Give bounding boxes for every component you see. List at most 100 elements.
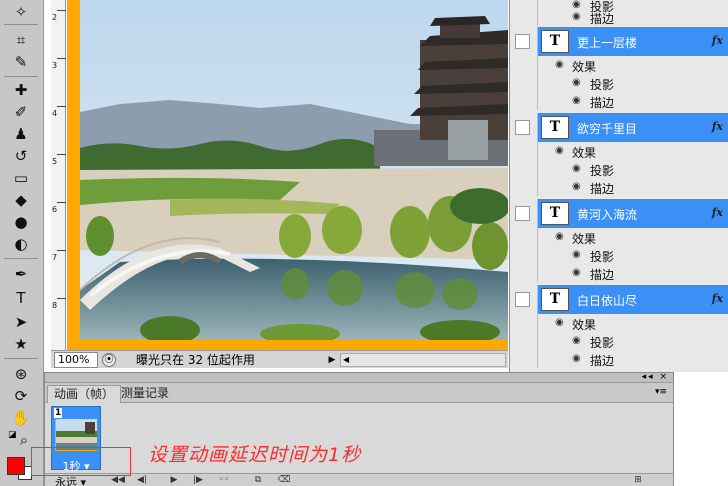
delete-frame-icon[interactable]: ⌫ xyxy=(277,474,291,486)
convert-timeline-icon[interactable]: ⊞ xyxy=(631,474,645,486)
fx-icon[interactable]: fx xyxy=(712,206,723,219)
type-tool-icon[interactable]: T xyxy=(9,288,33,308)
effect-row-shadow[interactable]: ◉ 投影 xyxy=(510,74,728,92)
eye-icon[interactable]: ◉ xyxy=(572,354,584,364)
eraser-tool-icon[interactable]: ▭ xyxy=(9,168,33,188)
tool-divider xyxy=(4,358,38,359)
layer-row[interactable]: T 更上一层楼 fx xyxy=(510,27,728,56)
status-menu-arrow-icon[interactable]: ▶ xyxy=(326,353,338,367)
document-status-bar: 100% ⦿ 曝光只在 32 位起作用 ▶ ◀ xyxy=(51,350,508,368)
panel-menu-icon[interactable]: ▾≡ xyxy=(655,387,667,397)
clone-stamp-tool-icon[interactable]: ♟ xyxy=(9,124,33,144)
healing-brush-tool-icon[interactable]: ✚ xyxy=(9,80,33,100)
effect-row-stroke[interactable]: ◉ 描边 xyxy=(510,264,728,282)
visibility-toggle[interactable] xyxy=(515,206,530,221)
tab-measurement-log[interactable]: 测量记录 xyxy=(115,385,175,403)
fx-icon[interactable]: fx xyxy=(712,34,723,47)
3d-rotate-tool-icon[interactable]: ⊛ xyxy=(9,364,33,384)
status-message: 曝光只在 32 位起作用 xyxy=(136,353,255,367)
tween-icon[interactable]: ◦◦ xyxy=(217,474,231,486)
effects-row[interactable]: ◉ 效果 xyxy=(510,228,728,246)
eye-icon[interactable]: ◉ xyxy=(572,268,584,278)
visibility-cell xyxy=(510,92,538,110)
duplicate-frame-icon[interactable]: ⧉ xyxy=(251,474,265,486)
eye-icon[interactable]: ◉ xyxy=(555,318,567,328)
visibility-toggle[interactable] xyxy=(515,120,530,135)
paint-bucket-tool-icon[interactable]: ◆ xyxy=(9,190,33,210)
path-selection-tool-icon[interactable]: ➤ xyxy=(9,312,33,332)
horizontal-scrollbar[interactable]: ◀ xyxy=(340,352,506,367)
panel-collapse-icon[interactable]: ◂◂ × xyxy=(642,372,669,382)
magic-wand-tool-icon[interactable]: ✧ xyxy=(9,2,33,22)
eye-icon[interactable]: ◉ xyxy=(572,336,584,346)
effect-label: 描边 xyxy=(590,182,615,196)
effect-row-stroke[interactable]: ◉ 描边 xyxy=(510,178,728,196)
effect-row-shadow[interactable]: ◉ 投影 xyxy=(510,246,728,264)
brush-tool-icon[interactable]: ✐ xyxy=(9,102,33,122)
effect-label: 描边 xyxy=(590,96,615,110)
effect-label: 描边 xyxy=(590,12,615,26)
effect-row-shadow[interactable]: ◉ 投影 xyxy=(510,332,728,350)
hand-tool-icon[interactable]: ✋ xyxy=(9,408,33,428)
animation-controls: 永远 ▾ ◀◀ ◀| ▶ |▶ ◦◦ ⧉ ⌫ ⊞ xyxy=(45,473,673,486)
panel-tabs: 动画（帧） 测量记录 ▾≡ xyxy=(45,383,673,403)
effects-label: 效果 xyxy=(572,60,597,74)
eye-icon[interactable]: ◉ xyxy=(555,232,567,242)
effect-row-stroke[interactable]: ◉ 描边 xyxy=(510,8,728,26)
ruler-tick xyxy=(57,250,66,251)
effect-label: 投影 xyxy=(590,78,615,92)
layer-name: 欲穷千里目 xyxy=(577,122,638,136)
effect-row-shadow[interactable]: ◉ 投影 xyxy=(510,160,728,178)
foreground-color-swatch[interactable] xyxy=(7,457,25,475)
fx-icon[interactable]: fx xyxy=(712,120,723,133)
visibility-cell xyxy=(510,199,538,228)
eyedropper-tool-icon[interactable]: ✎ xyxy=(9,52,33,72)
layer-row[interactable]: T 黄河入海流 fx xyxy=(510,199,728,228)
default-colors-icon[interactable]: ◪ xyxy=(8,430,20,442)
eye-icon[interactable]: ◉ xyxy=(572,78,584,88)
eye-icon[interactable]: ◉ xyxy=(555,60,567,70)
3d-orbit-tool-icon[interactable]: ⟳ xyxy=(9,386,33,406)
pen-tool-icon[interactable]: ✒ xyxy=(9,264,33,284)
layer-row[interactable]: T 白日依山尽 fx xyxy=(510,285,728,314)
visibility-cell xyxy=(510,350,538,368)
eye-icon[interactable]: ◉ xyxy=(572,12,584,22)
ruler-label: 6 xyxy=(52,205,58,214)
frame-number: 1 xyxy=(54,408,63,418)
landscape-photo[interactable] xyxy=(80,0,508,340)
ruler-label: 7 xyxy=(52,253,58,262)
visibility-toggle[interactable] xyxy=(515,292,530,307)
effects-row[interactable]: ◉ 效果 xyxy=(510,314,728,332)
play-icon[interactable]: ▶ xyxy=(167,474,181,486)
eye-icon[interactable]: ◉ xyxy=(572,182,584,192)
effects-row[interactable]: ◉ 效果 xyxy=(510,56,728,74)
custom-shape-tool-icon[interactable]: ★ xyxy=(9,334,33,354)
layer-row[interactable]: T 欲穷千里目 fx xyxy=(510,113,728,142)
status-info-icon[interactable]: ⦿ xyxy=(102,352,116,367)
eye-icon[interactable]: ◉ xyxy=(572,96,584,106)
tab-animation-frames[interactable]: 动画（帧） xyxy=(47,385,122,403)
dodge-tool-icon[interactable]: ◐ xyxy=(9,234,33,254)
layers-panel: ◉ 投影 ◉ 描边 T 更上一层楼 fx ◉ 效果 ◉ 投影 ◉ 描边 T 欲穷… xyxy=(509,0,728,372)
loop-value: 永远 xyxy=(55,476,77,486)
blur-tool-icon[interactable]: ● xyxy=(9,212,33,232)
effects-row[interactable]: ◉ 效果 xyxy=(510,142,728,160)
ruler-tick xyxy=(57,10,66,11)
eye-icon[interactable]: ◉ xyxy=(572,250,584,260)
ruler-tick xyxy=(57,298,66,299)
ruler-tick xyxy=(57,58,66,59)
eye-icon[interactable]: ◉ xyxy=(555,146,567,156)
eye-icon[interactable]: ◉ xyxy=(572,164,584,174)
fx-icon[interactable]: fx xyxy=(712,292,723,305)
history-brush-tool-icon[interactable]: ↺ xyxy=(9,146,33,166)
zoom-level-field[interactable]: 100% xyxy=(54,351,98,368)
crop-tool-icon[interactable]: ⌗ xyxy=(9,30,33,50)
visibility-toggle[interactable] xyxy=(515,34,530,49)
visibility-cell xyxy=(510,178,538,196)
next-frame-icon[interactable]: |▶ xyxy=(191,474,205,486)
effect-row-stroke[interactable]: ◉ 描边 xyxy=(510,92,728,110)
effects-label: 效果 xyxy=(572,146,597,160)
previous-frame-icon[interactable]: ◀| xyxy=(135,474,149,486)
ruler-tick xyxy=(57,202,66,203)
effect-row-stroke[interactable]: ◉ 描边 xyxy=(510,350,728,368)
